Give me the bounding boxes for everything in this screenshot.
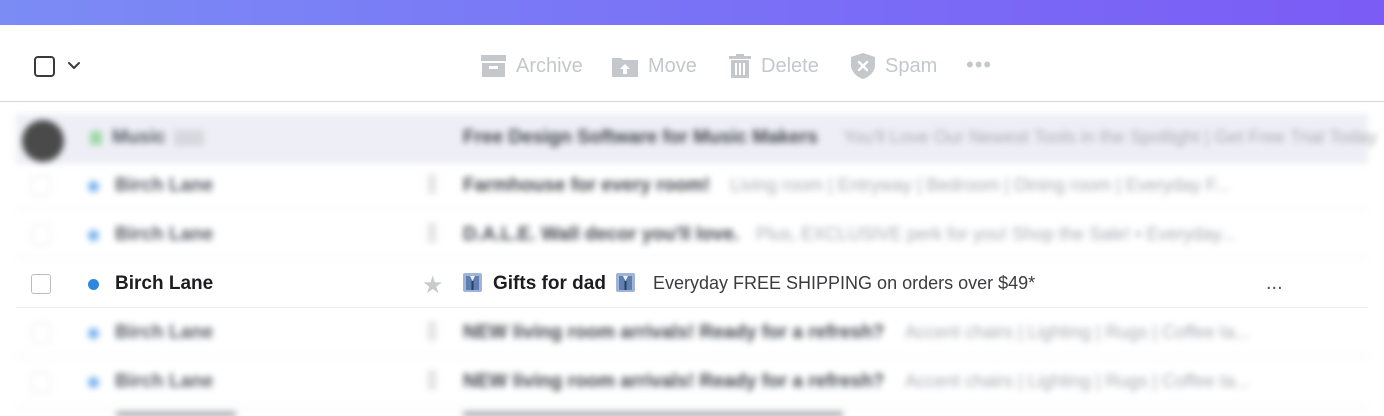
preview: You'll Love Our Newest Tools in the Spot… [843, 127, 1378, 147]
preview: Everyday FREE SHIPPING on orders over $4… [653, 273, 1036, 293]
spam-button[interactable]: Spam [851, 51, 937, 81]
archive-icon [481, 55, 506, 77]
preview: Accent chairs | Lighting | Rugs | Coffee… [905, 371, 1250, 391]
row-checkbox[interactable] [31, 372, 51, 392]
row-divider [16, 405, 1368, 406]
subject-partial [463, 412, 843, 416]
star-icon[interactable] [428, 223, 436, 243]
subject: Farmhouse for every room! [463, 175, 711, 196]
row-divider [16, 258, 1368, 259]
preview: Plus, EXCLUSIVE perk for you! Shop the S… [756, 224, 1236, 244]
delete-label: Delete [761, 54, 819, 77]
gift-icon [463, 273, 482, 292]
preview: Accent chairs | Lighting | Rugs | Coffee… [905, 322, 1250, 342]
subject: D.A.L.E. Wall decor you'll love. [463, 224, 740, 245]
avatar [22, 120, 64, 162]
move-icon [612, 58, 638, 77]
sender-name: Birch Lane [115, 224, 214, 245]
subject: NEW living room arrivals! Ready for a re… [463, 322, 885, 343]
row-more-button[interactable]: ... [1266, 272, 1283, 295]
unread-indicator [88, 279, 99, 290]
list-item[interactable]: Birch Lane NEW living room arrivals! Rea… [16, 309, 1368, 357]
message-list: Music Free Design Software for Music Mak… [0, 102, 1384, 416]
select-all-checkbox[interactable] [34, 56, 55, 77]
row-divider [16, 307, 1368, 308]
spam-shield-icon [851, 53, 875, 79]
row-divider [16, 356, 1368, 357]
list-item[interactable] [16, 408, 1368, 416]
preview: Living room | Entryway | Bedroom | Dinin… [730, 175, 1230, 195]
unread-indicator [88, 377, 99, 388]
list-item[interactable]: Birch Lane D.A.L.E. Wall decor you'll lo… [16, 211, 1368, 259]
sender-name: Birch Lane [115, 273, 214, 294]
sender-name: Birch Lane [115, 175, 214, 196]
chevron-down-icon[interactable] [66, 57, 82, 73]
message-count-badge [174, 130, 204, 146]
list-item[interactable]: Birch Lane Farmhouse for every room! Liv… [16, 162, 1368, 210]
star-icon[interactable] [428, 370, 436, 390]
row-checkbox[interactable] [31, 176, 51, 196]
archive-label: Archive [516, 54, 583, 77]
app-header-bar [0, 0, 1384, 25]
move-label: Move [648, 54, 697, 77]
row-divider [16, 209, 1368, 210]
subject: Free Design Software for Music Makers [463, 127, 818, 148]
star-icon[interactable] [428, 174, 436, 194]
unread-indicator [88, 230, 99, 241]
list-item[interactable]: Music Free Design Software for Music Mak… [16, 114, 1377, 164]
archive-button[interactable]: Archive [481, 51, 583, 81]
row-checkbox[interactable] [31, 225, 51, 245]
row-checkbox[interactable] [31, 274, 51, 294]
gift-icon [616, 273, 635, 292]
sender-name-partial [116, 412, 236, 416]
list-item[interactable]: Birch Lane NEW living room arrivals! Rea… [16, 358, 1368, 406]
subject: NEW living room arrivals! Ready for a re… [463, 371, 885, 392]
more-actions-button[interactable]: ••• [966, 52, 992, 78]
unread-indicator [88, 181, 99, 192]
message-toolbar: Archive Move Delete Spam ••• [0, 25, 1384, 102]
row-checkbox[interactable] [31, 323, 51, 343]
move-button[interactable]: Move [612, 51, 697, 81]
unread-indicator [88, 328, 99, 339]
delete-button[interactable]: Delete [729, 51, 819, 81]
list-item-focused[interactable]: Birch Lane ★ Gifts for dad Everyday FREE… [16, 260, 1368, 308]
trash-icon [729, 54, 751, 78]
spam-label: Spam [885, 54, 938, 77]
sender-name: Birch Lane [115, 322, 214, 343]
star-icon[interactable]: ★ [422, 271, 444, 300]
sender-name: Birch Lane [115, 371, 214, 392]
star-icon[interactable] [428, 321, 436, 341]
subject: Gifts for dad [493, 273, 606, 294]
label-color-tag [90, 131, 102, 145]
sender-name: Music [112, 127, 166, 148]
